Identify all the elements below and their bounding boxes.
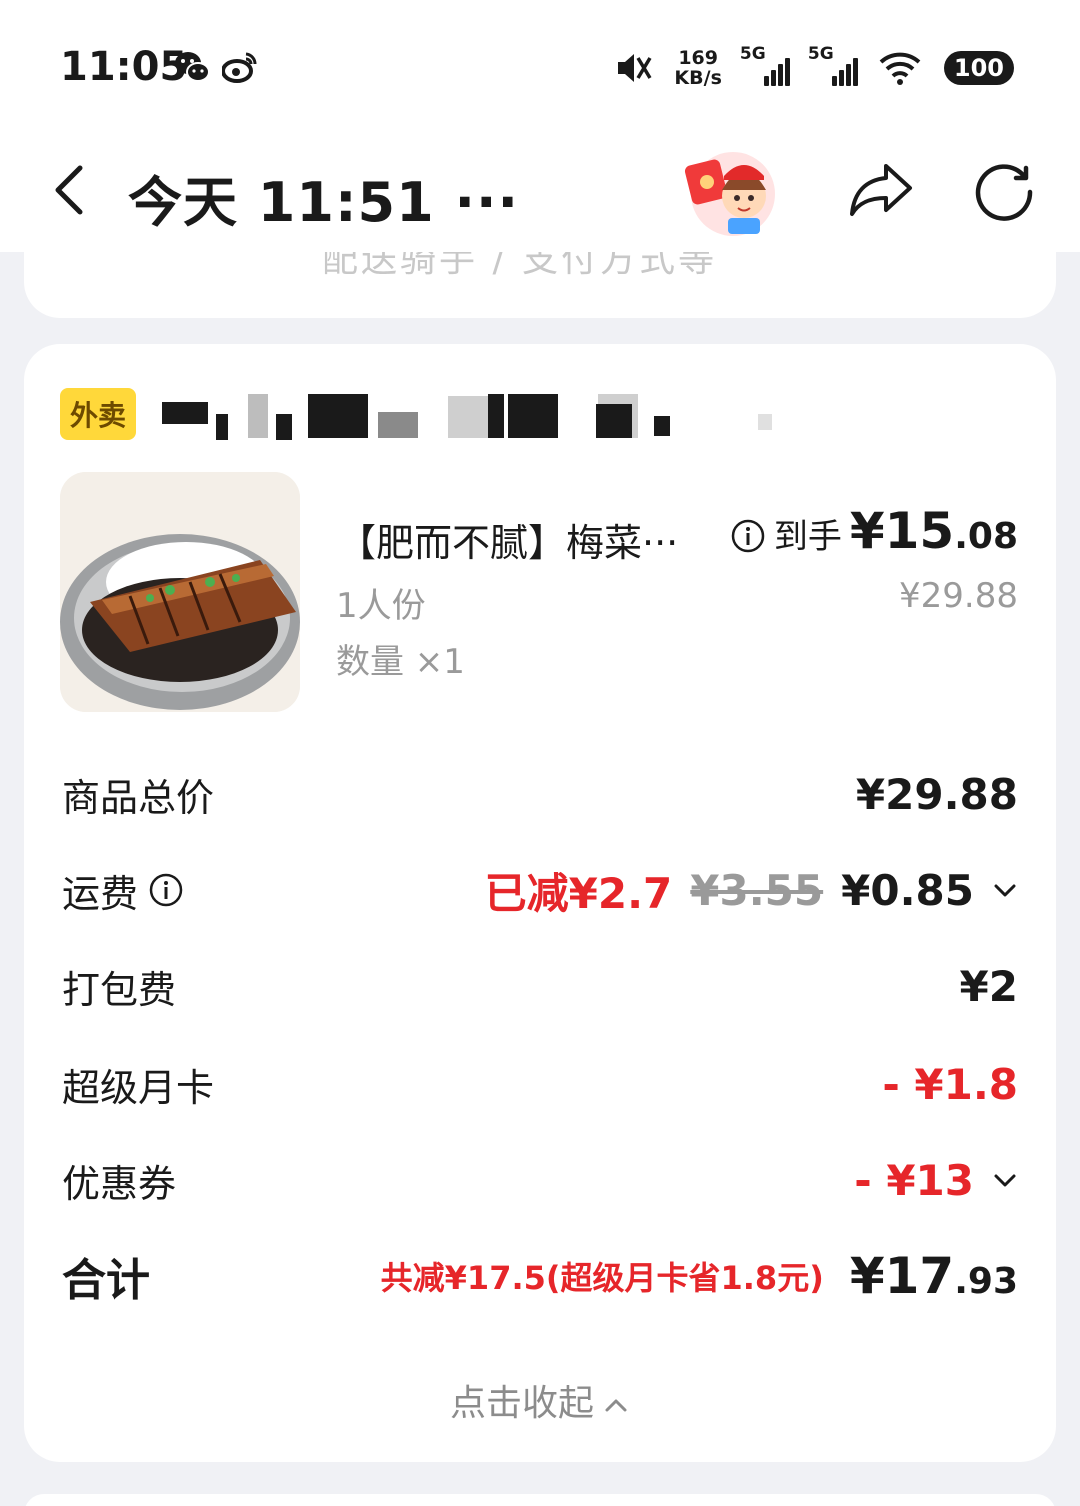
coupon-row[interactable]: 优惠券 - ¥13 bbox=[62, 1150, 1018, 1210]
collapse-label: 点击收起 bbox=[449, 1383, 594, 1424]
delivery-fee-values: 已减¥2.7 ¥3.55 ¥0.85 bbox=[485, 860, 1018, 921]
network-speed-unit: KB/s bbox=[674, 67, 722, 89]
total-values: 共减¥17.5(超级月卡省1.8元) ¥17.93 bbox=[381, 1247, 1018, 1305]
super-card-value: - ¥1.8 bbox=[882, 1059, 1018, 1109]
weibo-icon bbox=[222, 52, 257, 83]
signal-icon: 5G bbox=[740, 44, 790, 86]
status-indicators: 169 KB/s 5G 5G 100 bbox=[616, 44, 1014, 92]
mute-icon bbox=[618, 54, 652, 82]
back-icon[interactable] bbox=[46, 160, 96, 220]
price-decimal: .08 bbox=[954, 516, 1018, 557]
signal-label: 5G bbox=[807, 44, 834, 64]
item-name: 【肥而不腻】梅菜··· bbox=[338, 521, 679, 565]
food-image bbox=[60, 472, 300, 712]
coupon-value: - ¥13 bbox=[854, 1155, 974, 1205]
order-type-tag: 外卖 bbox=[60, 388, 137, 440]
delivery-fee-label-group: 运费 bbox=[62, 863, 184, 918]
goods-total-row: 商品总价 ¥29.88 bbox=[62, 764, 1018, 824]
item-spec: 1人份 bbox=[336, 586, 426, 626]
network-speed-value: 169 bbox=[678, 47, 718, 69]
collapse-button[interactable]: 点击收起 bbox=[24, 1374, 1056, 1426]
total-price-symbol: ¥ bbox=[849, 1247, 885, 1305]
signal-icon: 5G bbox=[808, 44, 858, 86]
super-card-row: 超级月卡 - ¥1.8 bbox=[62, 1054, 1018, 1114]
battery-icon: 100 bbox=[943, 51, 1014, 85]
delivery-original-fee: ¥3.55 bbox=[690, 865, 824, 915]
delivery-discount: 已减¥2.7 bbox=[484, 868, 673, 918]
info-icon[interactable] bbox=[148, 872, 184, 908]
price-symbol: ¥ bbox=[849, 502, 885, 560]
total-price-integer: 17 bbox=[884, 1247, 955, 1305]
red-packet-mascot-icon[interactable] bbox=[680, 146, 786, 238]
wifi-icon bbox=[879, 52, 921, 85]
coupon-label: 优惠券 bbox=[62, 1161, 177, 1206]
delivery-fee-label: 运费 bbox=[62, 871, 139, 916]
price-integer: 15 bbox=[884, 502, 955, 560]
total-label: 合计 bbox=[62, 1255, 150, 1306]
goods-total-label: 商品总价 bbox=[62, 775, 215, 820]
battery-level: 100 bbox=[953, 54, 1004, 82]
info-icon[interactable] bbox=[730, 518, 766, 554]
nav-bar: 今天 11:51 ··· bbox=[0, 130, 1080, 252]
page-title: 今天 11:51 ··· bbox=[128, 171, 520, 234]
status-bar: 11:05 169 KB/s 5G 5G 100 bbox=[0, 0, 1080, 130]
total-price: ¥17.93 bbox=[850, 1247, 1018, 1305]
final-price: ¥15.08 bbox=[850, 502, 1018, 560]
share-icon[interactable] bbox=[846, 158, 916, 218]
goods-total-value: ¥29.88 bbox=[855, 769, 1018, 819]
refresh-icon[interactable] bbox=[972, 158, 1036, 222]
item-quantity: 数量 ×1 bbox=[336, 642, 465, 682]
item-final-price-row: 到手 ¥15.08 bbox=[730, 502, 1018, 560]
packing-fee-row: 打包费 ¥2 bbox=[62, 956, 1018, 1016]
super-card-label: 超级月卡 bbox=[62, 1065, 215, 1110]
coupon-values: - ¥13 bbox=[854, 1156, 1018, 1205]
wechat-icon bbox=[175, 52, 210, 82]
delivery-fee-row[interactable]: 运费 已减¥2.7 ¥3.55 ¥0.85 bbox=[62, 860, 1018, 920]
signal-label: 5G bbox=[739, 44, 766, 64]
network-speed: 169 KB/s bbox=[674, 48, 721, 88]
status-time: 11:05 bbox=[60, 44, 188, 90]
total-row: 合计 共减¥17.5(超级月卡省1.8元) ¥17.93 bbox=[62, 1246, 1018, 1306]
next-card-edge bbox=[24, 1494, 1056, 1506]
item-original-price: ¥29.88 bbox=[899, 576, 1018, 616]
packing-fee-value: ¥2 bbox=[959, 961, 1018, 1011]
chevron-down-icon[interactable] bbox=[992, 880, 1018, 900]
total-savings: 共减¥17.5(超级月卡省1.8元) bbox=[380, 1259, 824, 1297]
delivery-fee-value: ¥0.85 bbox=[841, 865, 974, 915]
final-price-label: 到手 bbox=[773, 517, 842, 557]
order-detail-card: 外卖 【肥而不腻】梅菜··· 1人份 数量 ×1 到手 ¥15.08 ¥29.8… bbox=[24, 344, 1056, 1462]
shop-name-redacted bbox=[158, 384, 778, 440]
packing-fee-label: 打包费 bbox=[62, 967, 177, 1012]
chevron-up-icon bbox=[605, 1399, 627, 1412]
total-price-decimal: .93 bbox=[954, 1261, 1018, 1302]
item-thumbnail[interactable] bbox=[60, 472, 300, 712]
chevron-down-icon[interactable] bbox=[992, 1170, 1018, 1190]
